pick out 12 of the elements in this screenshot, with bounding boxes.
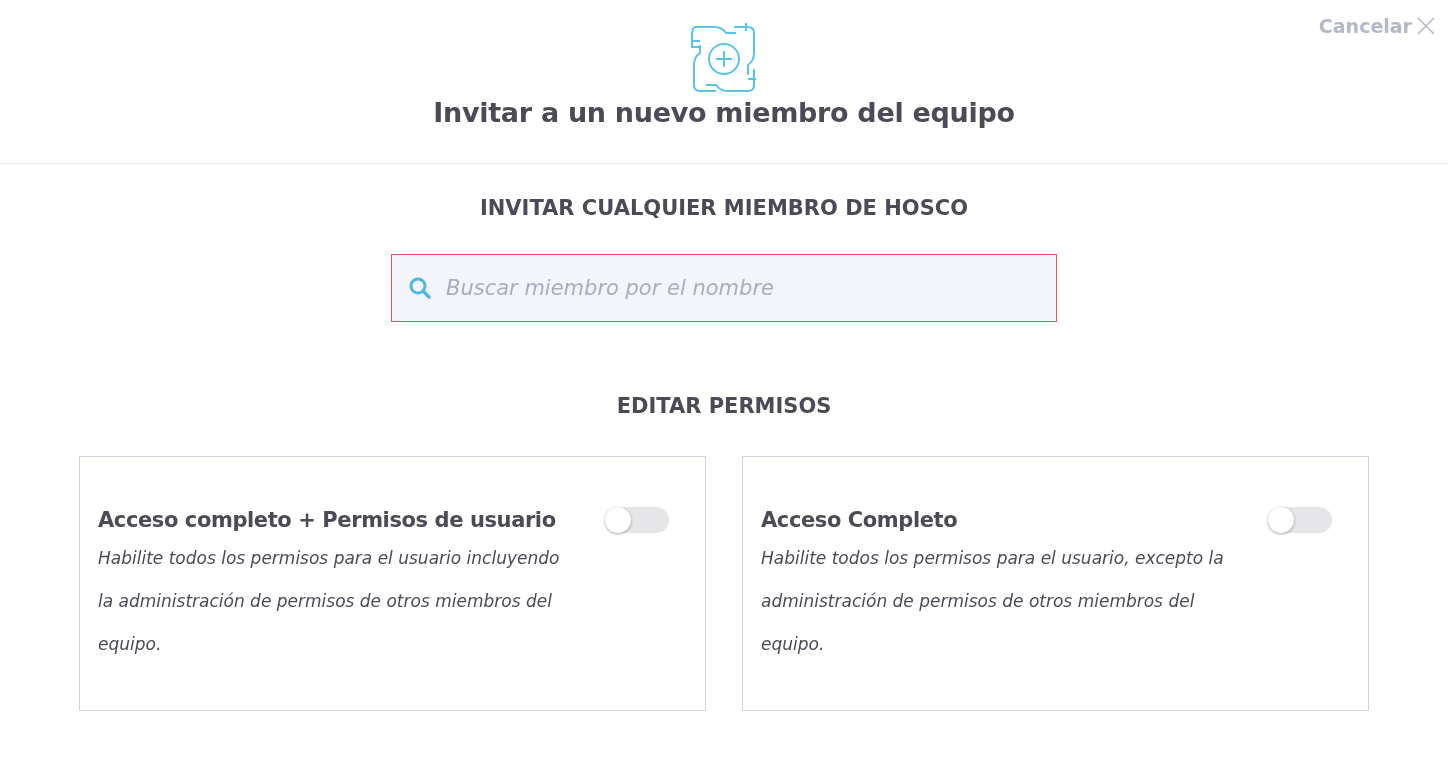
toggle-switch[interactable] <box>605 507 669 533</box>
section-heading: INVITAR CUALQUIER MIEMBRO DE HOSCO <box>478 196 970 220</box>
permission-title: Acceso completo + Permisos de usuario <box>98 508 556 532</box>
section-heading: EDITAR PERMISOS <box>615 394 833 418</box>
close-icon <box>1416 16 1436 36</box>
dialog-title: Invitar a un nuevo miembro del equipo <box>433 97 1015 128</box>
search-field[interactable]: Buscar miembro por el nombre <box>391 254 1057 322</box>
cancel-button[interactable]: Cancelar <box>1318 15 1436 37</box>
permission-description: Habilite todos los permisos para el usuario, excepto la administración de permisos de otros miembros del equipo. <box>761 547 1225 656</box>
toggle-switch[interactable] <box>1268 507 1332 533</box>
permission-title: Acceso Completo <box>761 508 958 532</box>
permission-description: Habilite todos los permisos para el usuario incluyendo la administración de permisos de otros miembros del equipo. <box>98 547 561 656</box>
